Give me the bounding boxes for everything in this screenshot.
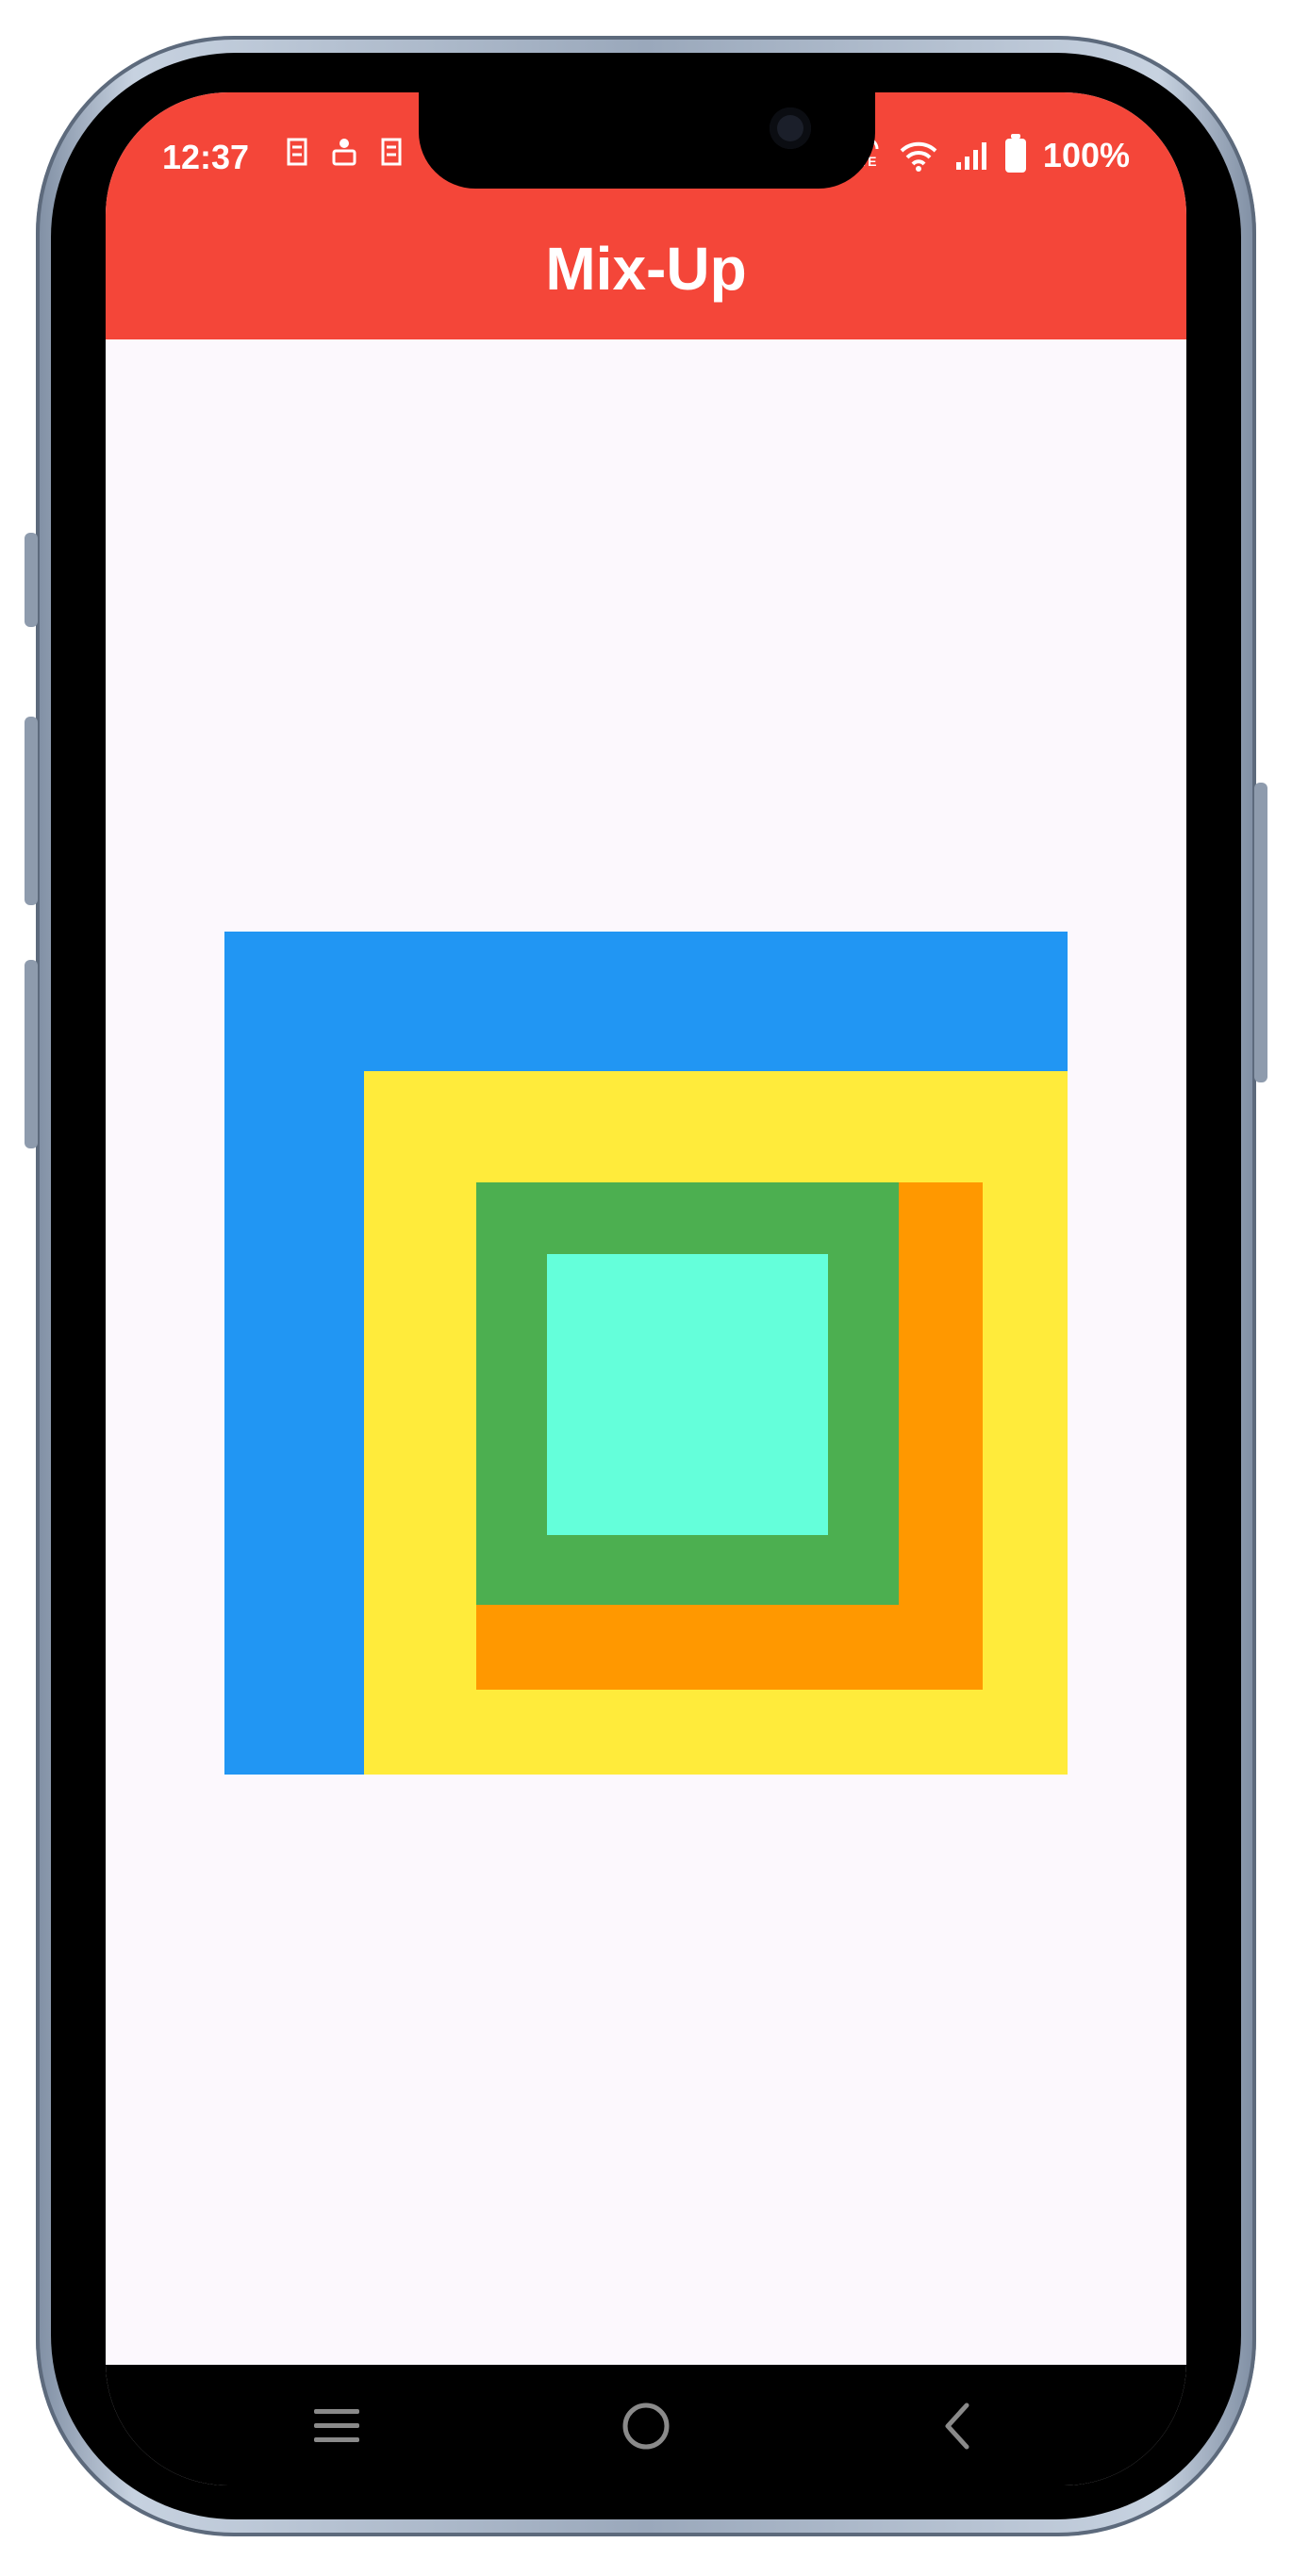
- notification-icon: [332, 139, 356, 166]
- status-icons-left: [285, 136, 404, 168]
- wifi-icon: [900, 141, 937, 172]
- volume-up-button: [25, 717, 38, 905]
- battery-level: 100%: [1042, 136, 1130, 174]
- action-button: [25, 533, 38, 627]
- status-icons-right: LTE 100: [851, 134, 1130, 175]
- recent-apps-button[interactable]: [294, 2384, 379, 2469]
- signal-icon: [955, 142, 986, 170]
- camera-notch: [419, 92, 875, 189]
- back-button[interactable]: [915, 2384, 1000, 2469]
- home-icon: [622, 2403, 670, 2450]
- cyan-square: [547, 1254, 828, 1535]
- recent-apps-icon: [314, 2409, 359, 2442]
- sim-icon: [287, 138, 307, 166]
- device-stage: 12:37 100% Mix-Up: [0, 0, 1292, 2576]
- front-camera: [770, 107, 811, 149]
- volume-down-button: [25, 960, 38, 1148]
- home-button[interactable]: [604, 2384, 688, 2469]
- phone-screen: 12:37 100% Mix-Up: [106, 92, 1186, 2485]
- battery-icon: [1004, 134, 1026, 173]
- status-time: 12:37: [162, 138, 250, 176]
- app-title: Mix-Up: [545, 235, 747, 303]
- sim-icon: [381, 138, 402, 166]
- system-nav-bar: [106, 2365, 1186, 2485]
- back-icon: [945, 2403, 969, 2450]
- power-button: [1254, 783, 1267, 1082]
- app-bar: 12:37 100% Mix-Up: [106, 92, 1186, 339]
